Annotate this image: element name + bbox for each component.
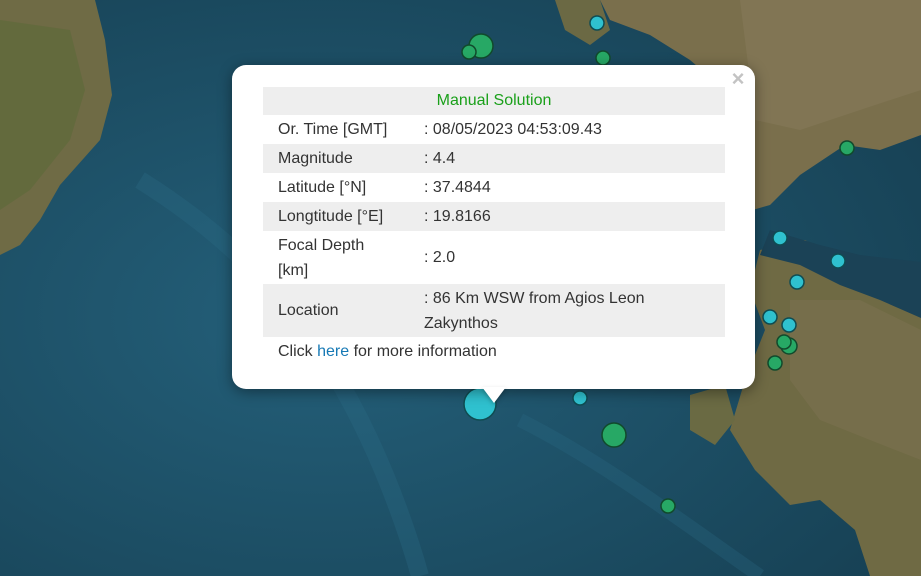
quake-marker[interactable]: [601, 422, 627, 448]
table-row: Manual Solution: [263, 87, 725, 115]
quake-marker[interactable]: [776, 334, 792, 350]
more-info-prefix: Click: [278, 343, 318, 360]
quake-marker[interactable]: [762, 309, 778, 325]
quake-marker[interactable]: [781, 317, 797, 333]
earthquake-info-popup: × Manual Solution Or. Time [GMT] : 08/05…: [232, 65, 755, 389]
table-row: Focal Depth [km] : 2.0: [263, 231, 725, 284]
quake-marker[interactable]: [461, 44, 477, 60]
row-label: Longtitude [°E]: [263, 202, 410, 231]
table-row: Magnitude : 4.4: [263, 144, 725, 173]
quake-marker[interactable]: [589, 15, 605, 31]
row-label: Latitude [°N]: [278, 178, 367, 196]
quake-marker[interactable]: [839, 140, 855, 156]
row-label: Focal Depth [km]: [278, 236, 365, 279]
row-value: : 19.8166: [410, 202, 725, 231]
quake-marker[interactable]: [789, 274, 805, 290]
row-value: : 08/05/2023 04:53:09.43: [424, 120, 602, 138]
row-label: Location: [263, 284, 410, 337]
row-value: : 86 Km WSW from Agios Leon Zakynthos: [410, 284, 725, 337]
row-value: : 4.4: [410, 144, 725, 173]
close-icon[interactable]: ×: [729, 68, 747, 90]
row-value: : 37.4844: [424, 178, 491, 196]
solution-title: Manual Solution: [263, 87, 725, 115]
quake-marker[interactable]: [772, 230, 788, 246]
table-row: Location : 86 Km WSW from Agios Leon Zak…: [263, 284, 725, 337]
quake-marker[interactable]: [830, 253, 846, 269]
earthquake-details-table: Manual Solution Or. Time [GMT] : 08/05/2…: [263, 87, 725, 337]
more-info-line: Click here for more information: [278, 343, 497, 361]
table-row: Latitude [°N] : 37.4844: [263, 173, 725, 202]
more-info-link[interactable]: here: [317, 343, 349, 360]
row-label: Magnitude: [263, 144, 410, 173]
table-row: Longtitude [°E] : 19.8166: [263, 202, 725, 231]
row-label: Or. Time [GMT]: [278, 120, 388, 138]
more-info-suffix: for more information: [349, 343, 497, 360]
quake-marker[interactable]: [660, 498, 676, 514]
quake-marker[interactable]: [572, 390, 588, 406]
popup-tip: [482, 387, 506, 403]
quake-marker[interactable]: [767, 355, 783, 371]
quake-marker[interactable]: [595, 50, 611, 66]
row-value: : 2.0: [424, 249, 456, 266]
table-row: Or. Time [GMT] : 08/05/2023 04:53:09.43: [263, 115, 725, 144]
